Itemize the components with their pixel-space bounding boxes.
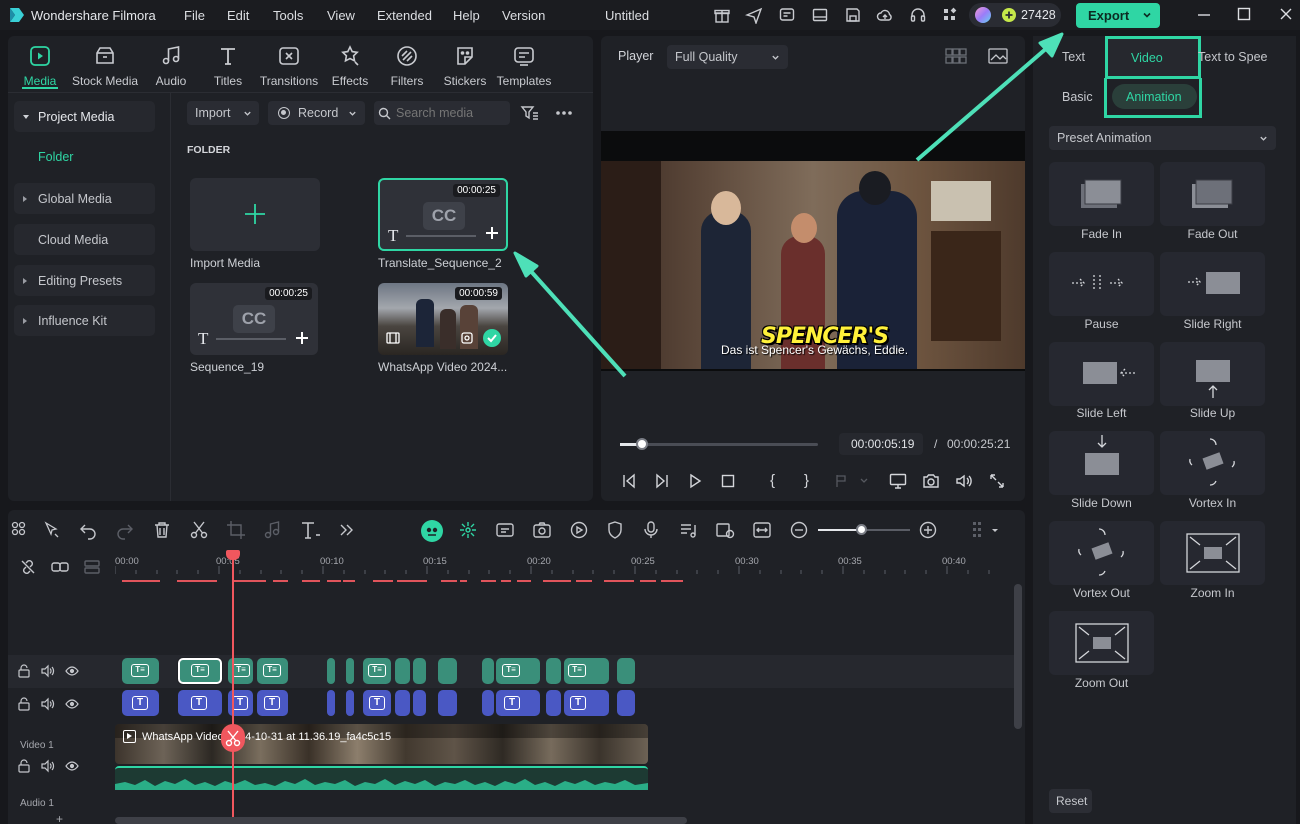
annotation-arrows bbox=[513, 32, 1064, 378]
